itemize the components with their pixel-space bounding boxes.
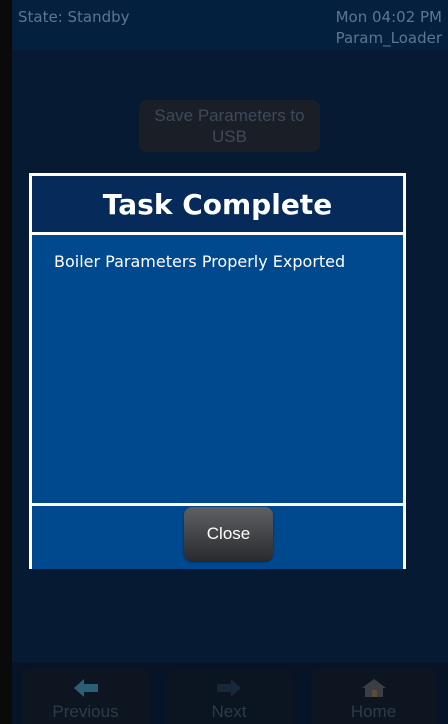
dialog-title: Task Complete xyxy=(32,176,403,235)
dialog-body: Boiler Parameters Properly Exported xyxy=(32,235,403,503)
dialog-footer: Close xyxy=(32,503,403,569)
close-button[interactable]: Close xyxy=(184,507,273,561)
dialog-message: Boiler Parameters Properly Exported xyxy=(54,252,346,271)
task-complete-dialog: Task Complete Boiler Parameters Properly… xyxy=(29,173,406,569)
close-button-label: Close xyxy=(206,524,251,543)
